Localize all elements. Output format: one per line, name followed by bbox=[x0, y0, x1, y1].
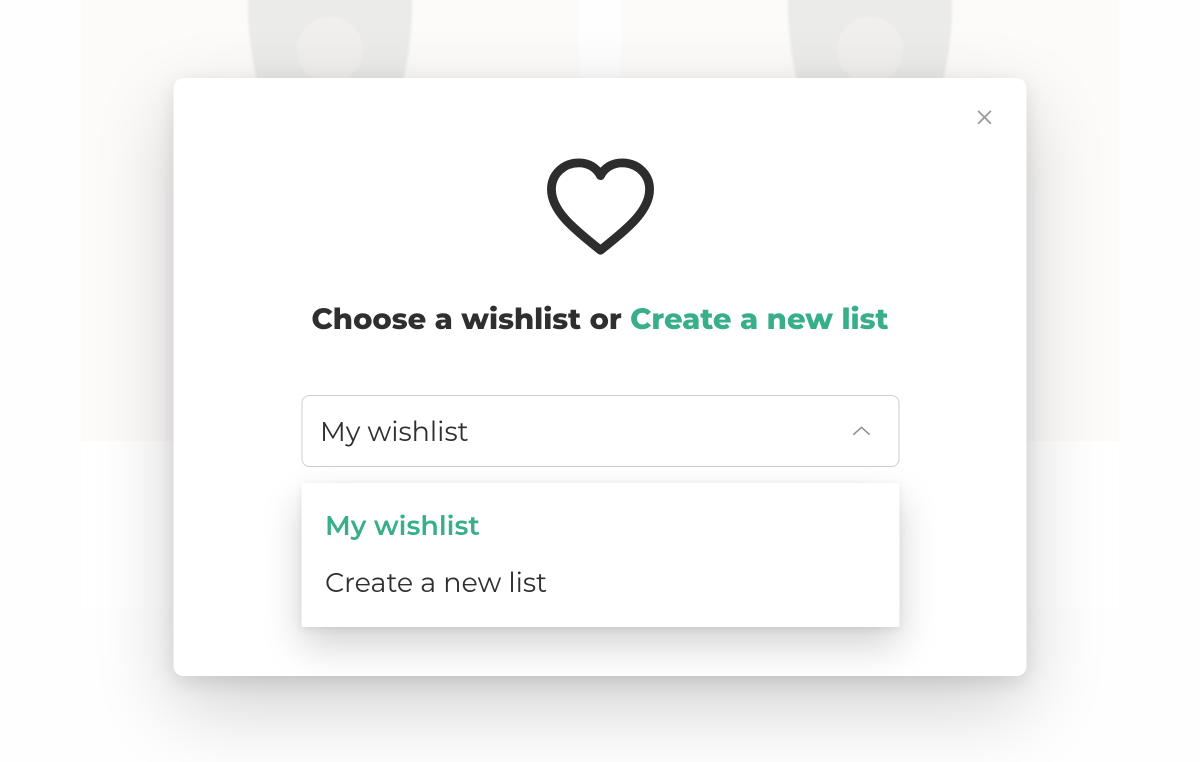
wishlist-option-create-new[interactable]: Create a new list bbox=[301, 554, 899, 611]
wishlist-select[interactable]: My wishlist bbox=[301, 395, 899, 467]
choose-wishlist-modal: Choose a wishlist or Create a new list M… bbox=[174, 78, 1027, 676]
modal-title: Choose a wishlist or Create a new list bbox=[210, 302, 991, 337]
create-new-list-link[interactable]: Create a new list bbox=[630, 302, 888, 337]
wishlist-option-my-wishlist[interactable]: My wishlist bbox=[301, 497, 899, 554]
close-button[interactable] bbox=[969, 100, 1001, 132]
heart-icon bbox=[210, 156, 991, 260]
wishlist-select-wrapper: My wishlist My wishlist Create a new lis… bbox=[301, 395, 899, 467]
chevron-up-icon bbox=[850, 424, 872, 438]
modal-title-prefix: Choose a wishlist or bbox=[312, 302, 631, 337]
wishlist-dropdown-panel: My wishlist Create a new list bbox=[301, 483, 899, 627]
close-icon bbox=[974, 105, 996, 127]
wishlist-select-value: My wishlist bbox=[320, 415, 469, 448]
